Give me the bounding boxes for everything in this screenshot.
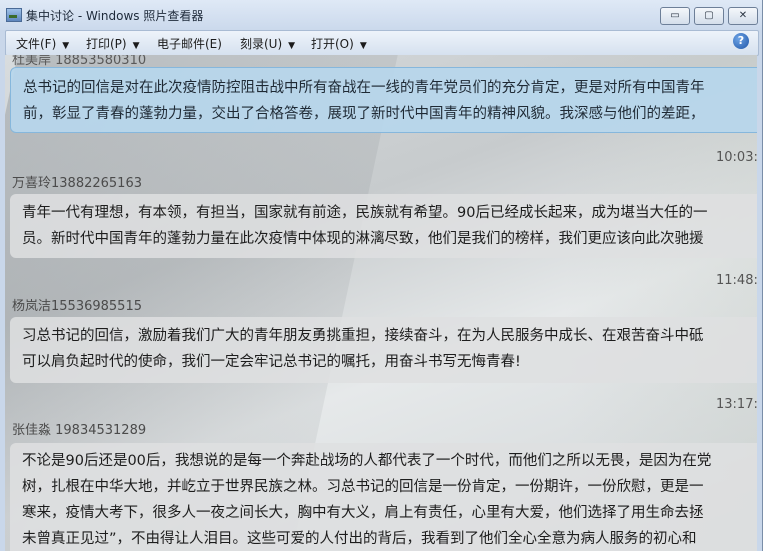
- menu-print[interactable]: 打印(P) ▼: [86, 35, 140, 52]
- help-icon[interactable]: ?: [733, 33, 749, 49]
- chevron-down-icon: ▼: [288, 41, 296, 51]
- message-sender: 张佳淼 19834531289: [12, 423, 147, 438]
- message-time: 13:17:0: [716, 397, 757, 412]
- chat-message: 不论是90后还是00后，我想说的是每一个奔赴战场的人都代表了一个时代，而他们之所…: [10, 443, 757, 551]
- chat-message: 习总书记的回信，激励着我们广大的青年朋友勇挑重担，接续奋斗，在为人民服务中成长、…: [10, 317, 757, 383]
- chevron-down-icon: ▼: [359, 41, 367, 51]
- chat-message: 青年一代有理想，有本领，有担当，国家就有前途，民族就有希望。90后已经成长起来，…: [10, 194, 757, 258]
- menu-open[interactable]: 打开(O) ▼: [311, 35, 367, 52]
- title-bar[interactable]: 集中讨论 - Windows 照片查看器 ▭ ▢ ✕: [0, 0, 762, 30]
- message-line: 员。新时代中国青年的蓬勃力量在此次疫情中体现的淋漓尽致，他们是我们的榜样，我们更…: [22, 231, 704, 247]
- message-line: 总书记的回信是对在此次疫情防控阻击战中所有奋战在一线的青年党员们的充分肯定，更是…: [23, 80, 705, 96]
- photo-viewer-window: 集中讨论 - Windows 照片查看器 ▭ ▢ ✕ 文件(F) ▼ 打印(P) ▼…: [0, 0, 763, 551]
- message-sender: 万喜玲13882265163: [12, 176, 142, 191]
- message-time: 11:48:: [716, 273, 757, 288]
- window-title: 集中讨论 - Windows 照片查看器: [26, 9, 204, 23]
- message-line: 可以肩负起时代的使命，我们一定会牢记总书记的嘱托，用奋斗书写无悔青春!: [22, 354, 521, 370]
- close-button[interactable]: ✕: [728, 7, 758, 25]
- menu-file[interactable]: 文件(F) ▼: [16, 35, 69, 52]
- desktop-edge: [763, 0, 773, 551]
- chevron-down-icon: ▼: [132, 41, 140, 51]
- menu-burn[interactable]: 刻录(U) ▼: [240, 35, 295, 52]
- message-line: 寒来，疫情大考下，很多人一夜之间长大，胸中有大义，肩上有责任，心里有大爱，他们选…: [22, 505, 704, 521]
- maximize-button[interactable]: ▢: [694, 7, 724, 25]
- menu-email[interactable]: 电子邮件(E): [157, 35, 222, 52]
- photo-canvas: 杜美岸 18853580310 总书记的回信是对在此次疫情防控阻击战中所有奋战在…: [5, 55, 757, 551]
- chevron-down-icon: ▼: [62, 41, 70, 51]
- chat-message-highlighted: 总书记的回信是对在此次疫情防控阻击战中所有奋战在一线的青年党员们的充分肯定，更是…: [10, 67, 757, 133]
- message-line: 树，扎根在中华大地，并屹立于世界民族之林。习总书记的回信是一份肯定，一份期许，一…: [22, 479, 704, 495]
- message-sender: 杨岚洁15536985515: [12, 299, 142, 314]
- photo-viewer-icon: [6, 8, 22, 22]
- message-line: 未曾真正见过”，不由得让人泪目。这些可爱的人付出的背后，我看到了他们全心全意为病…: [22, 531, 697, 547]
- minimize-button[interactable]: ▭: [660, 7, 690, 25]
- message-line: 习总书记的回信，激励着我们广大的青年朋友勇挑重担，接续奋斗，在为人民服务中成长、…: [22, 328, 704, 344]
- message-time: 10:03:: [716, 150, 757, 165]
- message-line: 青年一代有理想，有本领，有担当，国家就有前途，民族就有希望。90后已经成长起来，…: [22, 205, 708, 221]
- message-line: 前，彰显了青春的蓬勃力量，交出了合格答卷，展现了新时代中国青年的精神风貌。我深感…: [23, 106, 705, 122]
- message-line: 不论是90后还是00后，我想说的是每一个奔赴战场的人都代表了一个时代，而他们之所…: [22, 453, 712, 469]
- menu-bar: 文件(F) ▼ 打印(P) ▼ 电子邮件(E) 刻录(U) ▼ 打开(O) ▼ ?: [5, 30, 759, 56]
